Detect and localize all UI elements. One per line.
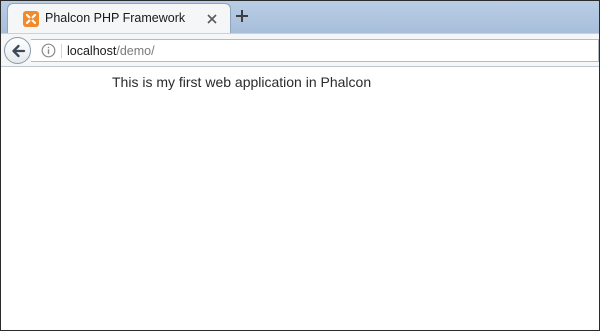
page-text: This is my first web application in Phal…	[112, 74, 372, 90]
url-text[interactable]: localhost/demo/	[67, 44, 155, 58]
tab-strip: Phalcon PHP Framework	[1, 1, 599, 33]
navigation-bar: localhost/demo/	[1, 33, 599, 67]
url-separator	[61, 44, 62, 58]
page-content: This is my first web application in Phal…	[1, 67, 599, 330]
info-icon[interactable]	[41, 43, 56, 58]
browser-window: Phalcon PHP Framework localhost/demo/ Th…	[0, 0, 600, 331]
back-button[interactable]	[4, 37, 31, 64]
url-bar[interactable]: localhost/demo/	[31, 39, 599, 62]
plus-icon[interactable]	[233, 7, 251, 25]
url-host: localhost	[67, 44, 117, 58]
back-arrow-icon	[10, 43, 26, 59]
xampp-logo-icon	[23, 11, 39, 27]
tab-phalcon[interactable]: Phalcon PHP Framework	[7, 3, 231, 33]
close-icon[interactable]	[204, 11, 220, 27]
tab-title: Phalcon PHP Framework	[45, 11, 186, 25]
url-path: /demo/	[116, 44, 155, 58]
